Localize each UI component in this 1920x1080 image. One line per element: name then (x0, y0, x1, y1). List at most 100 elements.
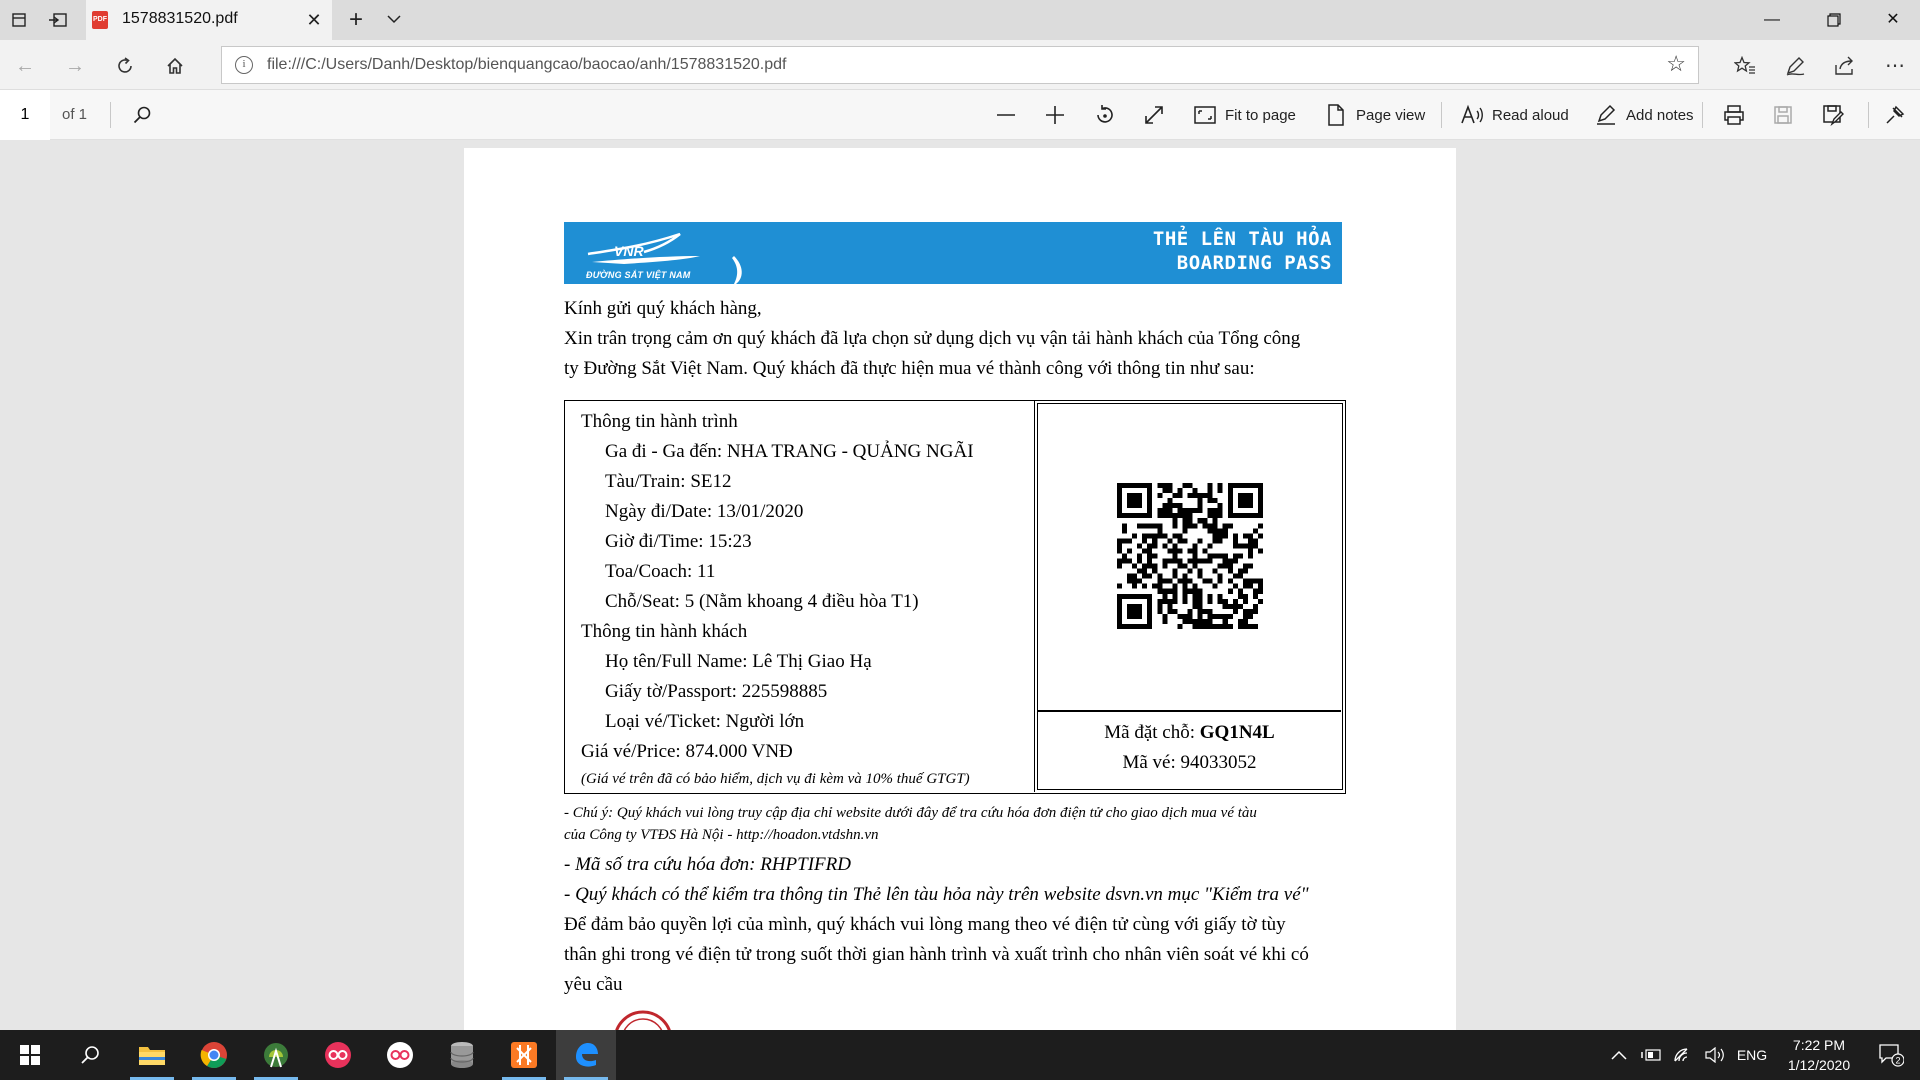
qr-module (1242, 583, 1248, 589)
plus-icon (1041, 101, 1069, 129)
qr-module (1162, 578, 1168, 584)
search-button[interactable] (128, 100, 156, 130)
expand-icon (1140, 101, 1168, 129)
qr-module (1172, 558, 1178, 564)
database-app[interactable] (432, 1030, 492, 1080)
add-notes-label: Add notes (1626, 106, 1694, 124)
rotate-button[interactable] (1091, 100, 1119, 130)
refresh-icon[interactable] (110, 51, 140, 81)
qr-module (1117, 503, 1123, 509)
xampp-app[interactable] (494, 1030, 554, 1080)
qr-module (1217, 508, 1223, 514)
add-notes-button[interactable]: Add notes (1592, 100, 1694, 130)
search-taskbar-button[interactable] (60, 1030, 120, 1080)
close-window-button[interactable]: ✕ (1868, 0, 1918, 40)
clock[interactable]: 7:22 PM 1/12/2020 (1776, 1030, 1862, 1080)
qr-module (1177, 563, 1183, 569)
print-button[interactable] (1720, 100, 1748, 130)
foxit-app[interactable] (308, 1030, 368, 1080)
read-aloud-button[interactable]: Read aloud (1458, 100, 1569, 130)
qr-module (1242, 513, 1248, 519)
action-center-button[interactable]: 2 (1866, 1030, 1916, 1080)
start-button[interactable] (0, 1030, 60, 1080)
url-field[interactable]: i file:///C:/Users/Danh/Desktop/bienquan… (221, 46, 1699, 84)
battery-tray-icon[interactable] (1636, 1030, 1666, 1080)
chevron-down-icon[interactable] (380, 6, 408, 34)
qr-module (1252, 513, 1258, 519)
qr-module (1197, 618, 1203, 624)
file-explorer-app[interactable] (122, 1030, 182, 1080)
qr-module (1167, 513, 1173, 519)
qr-module (1207, 498, 1213, 504)
zoom-out-button[interactable] (992, 100, 1020, 130)
favorite-star-icon[interactable]: ☆ (1666, 51, 1686, 77)
tab-active[interactable]: PDF 1578831520.pdf ✕ (86, 0, 332, 40)
more-options-icon[interactable]: ⋯ (1881, 52, 1909, 80)
qr-module (1182, 578, 1188, 584)
qr-module (1207, 493, 1213, 499)
qr-module (1172, 608, 1178, 614)
show-hidden-icons[interactable] (1604, 1030, 1634, 1080)
banner-title-en: BOARDING PASS (1176, 252, 1332, 274)
qr-module (1117, 618, 1123, 624)
qr-module (1162, 618, 1168, 624)
back-icon[interactable]: ← (10, 51, 40, 81)
qr-module (1207, 558, 1213, 564)
qr-module (1232, 603, 1238, 609)
qr-module (1207, 523, 1213, 529)
volume-tray-icon[interactable] (1700, 1030, 1730, 1080)
wifi-tray-icon[interactable] (1668, 1030, 1698, 1080)
android-studio-app[interactable] (246, 1030, 306, 1080)
page-number-input[interactable]: 1 (0, 90, 50, 140)
save-button[interactable] (1769, 100, 1797, 130)
android-studio-icon (264, 1043, 288, 1068)
url-text[interactable]: file:///C:/Users/Danh/Desktop/bienquangc… (267, 56, 786, 74)
search-icon (128, 101, 156, 129)
qr-module (1247, 548, 1253, 554)
qr-module (1202, 618, 1208, 624)
qr-module (1197, 613, 1203, 619)
qr-module (1127, 493, 1133, 499)
favorites-icon[interactable] (1731, 52, 1759, 80)
qr-module (1227, 578, 1233, 584)
tab-actions-icon[interactable] (8, 8, 32, 32)
forward-icon[interactable]: → (60, 51, 90, 81)
qr-module (1227, 563, 1233, 569)
qr-module (1227, 568, 1233, 574)
pin-toolbar-button[interactable] (1881, 100, 1909, 130)
page-view-button[interactable]: Page view (1322, 100, 1425, 130)
chrome-icon (200, 1042, 227, 1069)
close-tab-icon[interactable]: ✕ (302, 8, 326, 32)
qr-module (1232, 543, 1238, 549)
qr-module (1167, 558, 1173, 564)
share-icon[interactable] (1831, 52, 1859, 80)
qr-module (1212, 518, 1218, 524)
qr-module (1212, 613, 1218, 619)
edge-app[interactable] (556, 1030, 616, 1080)
info-icon[interactable]: i (235, 56, 253, 74)
new-tab-icon[interactable]: + (342, 6, 370, 34)
zoom-in-button[interactable] (1041, 100, 1069, 130)
fit-to-page-button[interactable]: Fit to page (1191, 100, 1296, 130)
qr-column: Mã đặt chỗ: GQ1N4L Mã vé: 94033052 (1037, 403, 1343, 790)
qr-module (1212, 623, 1218, 629)
speaker-icon (1705, 1047, 1724, 1063)
full-screen-button[interactable] (1140, 100, 1168, 130)
reminder-line-1: Để đảm bảo quyền lợi của mình, quý khách… (564, 914, 1286, 935)
qr-module (1202, 608, 1208, 614)
home-icon[interactable] (160, 51, 190, 81)
qr-module (1227, 613, 1233, 619)
qr-module (1147, 613, 1153, 619)
qr-module (1147, 623, 1153, 629)
foxit-app-2[interactable] (370, 1030, 430, 1080)
qr-divider (1038, 710, 1341, 712)
maximize-button[interactable] (1809, 0, 1859, 40)
qr-module (1132, 583, 1138, 589)
minimize-button[interactable]: — (1747, 0, 1797, 40)
set-aside-tabs-icon[interactable] (46, 8, 70, 32)
pen-icon[interactable] (1781, 52, 1809, 80)
language-indicator[interactable]: ENG (1732, 1030, 1772, 1080)
save-as-button[interactable] (1819, 100, 1847, 130)
chrome-app[interactable] (184, 1030, 244, 1080)
qr-module (1132, 603, 1138, 609)
